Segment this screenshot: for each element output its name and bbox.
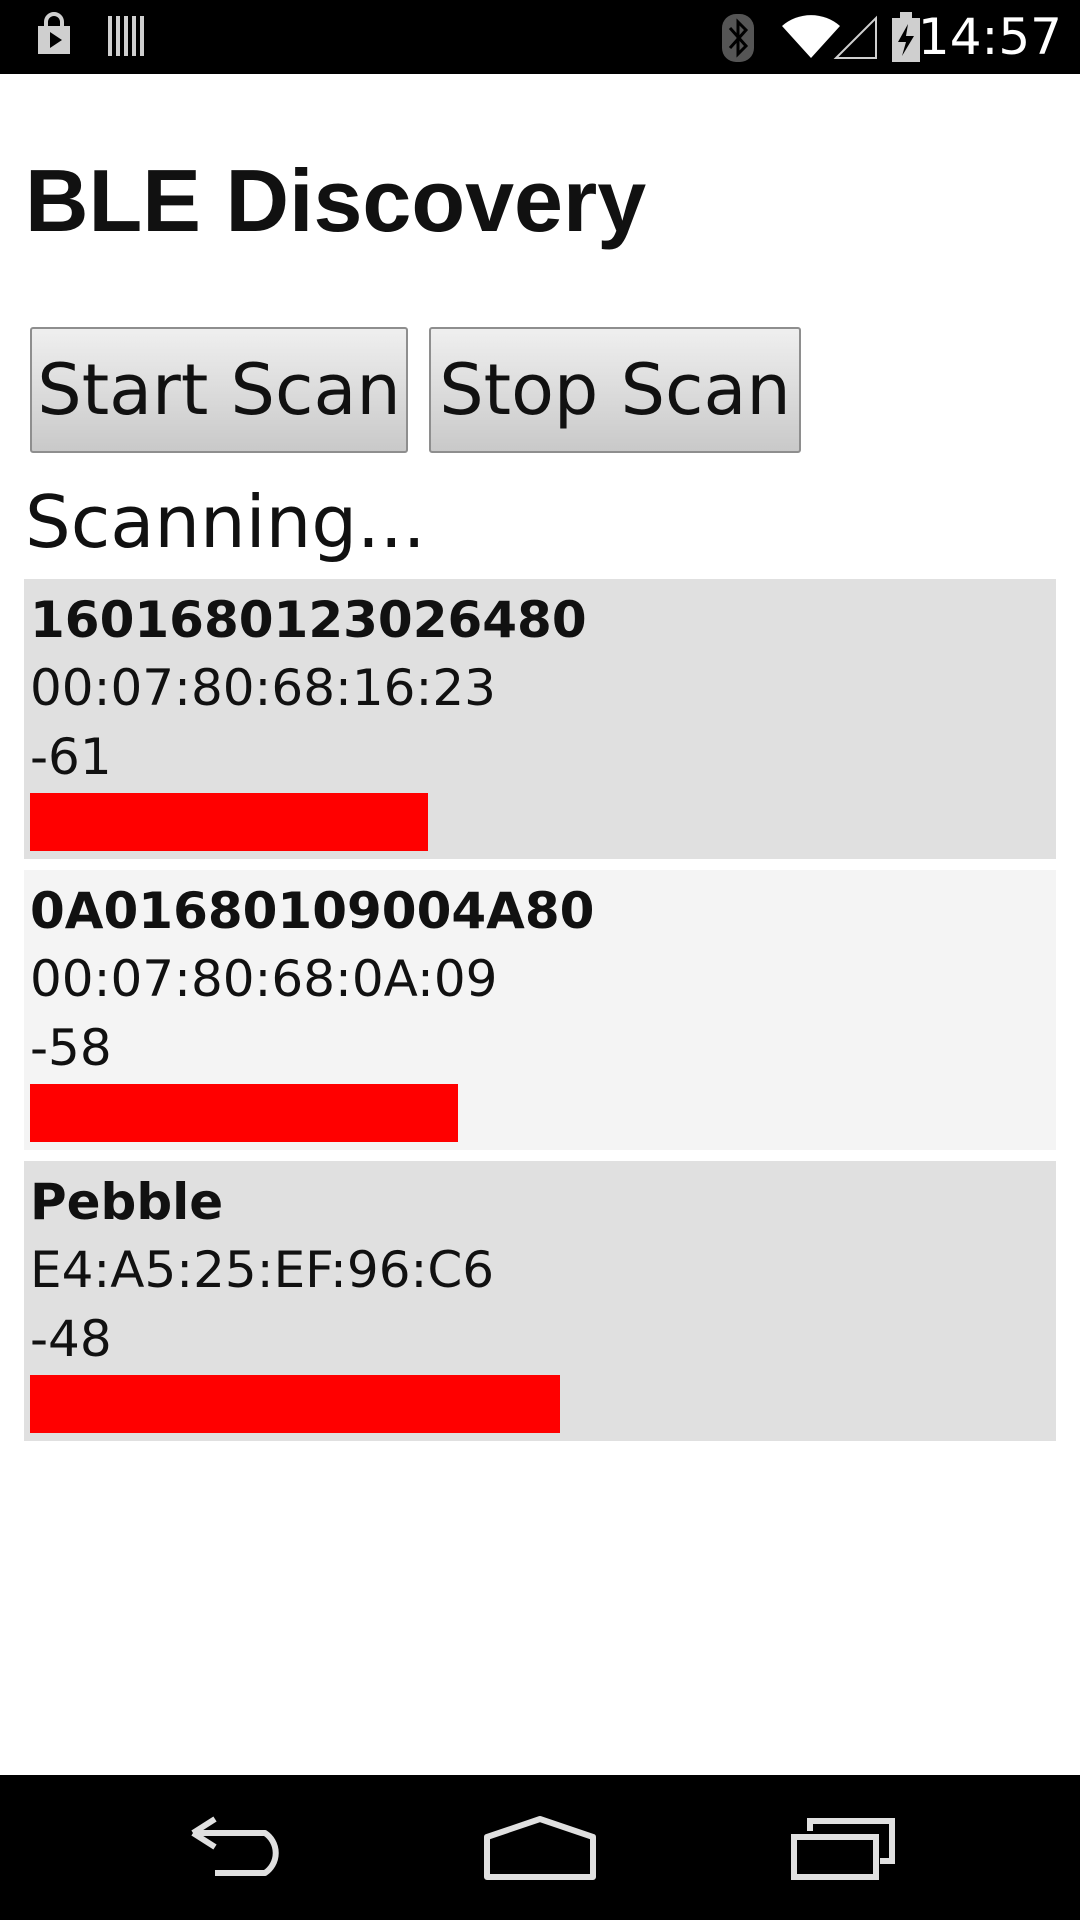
device-name: 0A01680109004A80 (30, 882, 595, 940)
bluetooth-icon (722, 14, 754, 62)
device-rssi: -58 (30, 1019, 112, 1077)
start-scan-button[interactable]: Start Scan (30, 327, 408, 453)
signal-bar-track (30, 793, 1050, 851)
device-rssi: -61 (30, 728, 112, 786)
stop-scan-button[interactable]: Stop Scan (429, 327, 801, 453)
status-time: 14:57 (917, 8, 1062, 66)
device-row[interactable]: 0A01680109004A80 00:07:80:68:0A:09 -58 (24, 870, 1056, 1150)
signal-bar (30, 1375, 561, 1433)
device-address: 00:07:80:68:16:23 (30, 659, 496, 717)
recents-icon[interactable] (788, 1815, 898, 1885)
device-name: 1601680123026480 (30, 591, 587, 649)
device-address: 00:07:80:68:0A:09 (30, 950, 498, 1008)
signal-bar-track (30, 1375, 1050, 1433)
signal-bar (30, 793, 428, 851)
scan-status: Scanning... (25, 480, 426, 564)
signal-bar-track (30, 1084, 1050, 1142)
signal-icon (833, 15, 877, 59)
signal-bar (30, 1084, 459, 1142)
navigation-bar (0, 1775, 1080, 1920)
page-title: BLE Discovery (25, 151, 647, 250)
play-store-icon (38, 12, 70, 54)
device-row[interactable]: Pebble E4:A5:25:EF:96:C6 -48 (24, 1161, 1056, 1441)
device-address: E4:A5:25:EF:96:C6 (30, 1241, 495, 1299)
device-row[interactable]: 1601680123026480 00:07:80:68:16:23 -61 (24, 579, 1056, 859)
status-bar: 14:57 (0, 0, 1080, 74)
device-rssi: -48 (30, 1310, 112, 1368)
barcode-icon (108, 16, 144, 56)
back-icon[interactable] (185, 1815, 295, 1885)
device-name: Pebble (30, 1173, 224, 1231)
home-icon[interactable] (483, 1815, 597, 1885)
